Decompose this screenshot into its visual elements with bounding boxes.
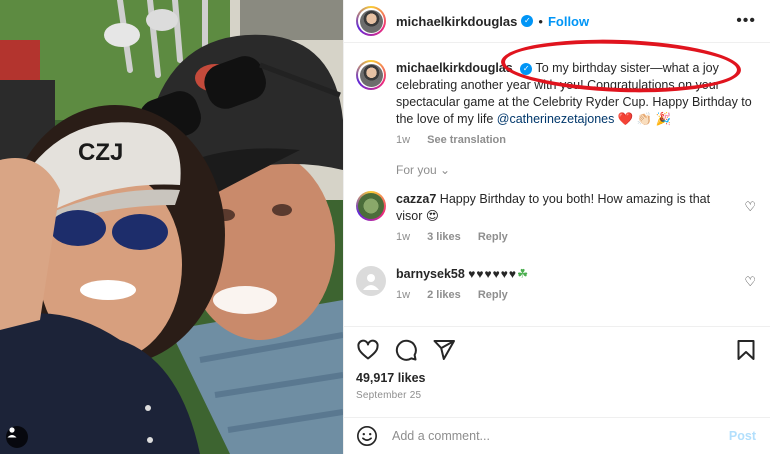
comment-like-icon[interactable]: ♡	[744, 199, 756, 215]
author-avatar[interactable]	[356, 6, 386, 36]
post-header: michaelkirkdouglas ✓ • Follow •••	[344, 0, 770, 43]
comment-avatar[interactable]	[356, 191, 386, 221]
caption-meta: 1w See translation	[396, 132, 754, 149]
comment-item: barnysek58 ♥♥♥♥♥♥☘ 1w 2 likes Reply ♡	[356, 266, 756, 304]
bookmark-icon[interactable]	[734, 338, 758, 362]
clover-emoji: ☘	[517, 267, 529, 281]
comment-username[interactable]: cazza7	[396, 192, 436, 206]
author-username[interactable]: michaelkirkdouglas	[396, 14, 517, 29]
comment-time[interactable]: 1w	[396, 231, 410, 243]
caption-avatar[interactable]	[356, 60, 386, 90]
comments-scroll[interactable]: michaelkirkdouglas ✓ To my birthday sist…	[344, 42, 770, 325]
verified-icon: ✓	[520, 62, 533, 75]
caption: michaelkirkdouglas ✓ To my birthday sist…	[356, 60, 756, 149]
separator-dot: •	[538, 13, 543, 29]
verified-icon: ✓	[521, 15, 534, 27]
comment-username[interactable]: barnysek58	[396, 267, 465, 281]
emoji-icon[interactable]	[356, 425, 378, 447]
comment-avatar[interactable]	[356, 266, 386, 296]
post-actions: 49,917 likes September 25	[344, 326, 770, 401]
visor-text: CZJ	[78, 139, 123, 166]
comment-body: barnysek58 ♥♥♥♥♥♥☘ 1w 2 likes Reply	[396, 266, 726, 304]
instagram-post-view: CZJ michaelkirkdouglas ✓ • Follow ••• mi…	[0, 0, 770, 454]
comment-text: ♥♥♥♥♥♥	[468, 267, 518, 281]
for-you-filter[interactable]: For you ⌄	[396, 163, 756, 177]
caption-time[interactable]: 1w	[396, 134, 410, 146]
share-icon[interactable]	[432, 338, 456, 362]
comment-like-icon[interactable]: ♡	[744, 274, 756, 290]
post-date: September 25	[356, 390, 422, 401]
comment-icon[interactable]	[394, 338, 418, 362]
caption-mention[interactable]: @catherinezetajones	[497, 112, 615, 126]
reply-button[interactable]: Reply	[478, 231, 508, 243]
caption-emojis: ❤️ 👏🏻 🎉	[614, 112, 672, 126]
comment-meta: 1w 2 likes Reply	[396, 287, 726, 304]
selfie-illustration: CZJ	[0, 0, 343, 454]
comment-body: cazza7 Happy Birthday to you both! How a…	[396, 191, 726, 246]
comment-text: Happy Birthday to you both! How amazing …	[396, 192, 711, 223]
post-panel: michaelkirkdouglas ✓ • Follow ••• michae…	[343, 0, 770, 454]
likes-count[interactable]: 49,917 likes	[356, 371, 758, 385]
comment-item: cazza7 Happy Birthday to you both! How a…	[356, 191, 756, 246]
more-icon[interactable]: •••	[736, 12, 756, 30]
action-icons	[356, 327, 758, 373]
comment-meta: 1w 3 likes Reply	[396, 229, 726, 246]
caption-username[interactable]: michaelkirkdouglas	[396, 61, 513, 75]
comment-likes[interactable]: 2 likes	[427, 289, 461, 301]
comment-time[interactable]: 1w	[396, 289, 410, 301]
heart-icon[interactable]	[356, 338, 380, 362]
post-comment-button[interactable]: Post	[729, 429, 756, 443]
add-comment-input[interactable]	[390, 428, 729, 444]
add-comment-bar: Post	[344, 417, 770, 454]
post-photo[interactable]: CZJ	[0, 0, 343, 454]
comment-likes[interactable]: 3 likes	[427, 231, 461, 243]
see-translation-button[interactable]: See translation	[427, 134, 506, 146]
caption-body: michaelkirkdouglas ✓ To my birthday sist…	[396, 60, 754, 149]
reply-button[interactable]: Reply	[478, 289, 508, 301]
follow-button[interactable]: Follow	[548, 14, 589, 29]
tag-user-icon[interactable]	[6, 426, 28, 448]
